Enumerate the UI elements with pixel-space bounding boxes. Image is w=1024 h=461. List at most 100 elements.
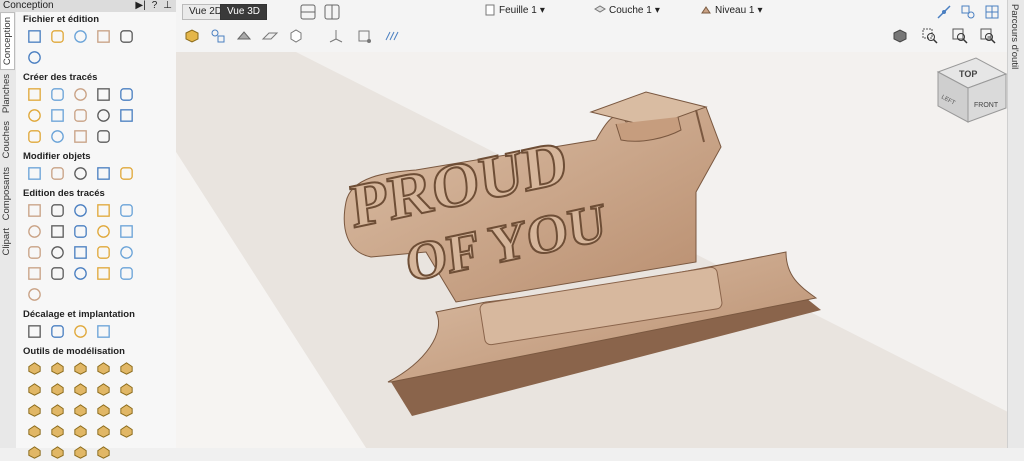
hatch-icon[interactable] [382,26,402,46]
shapes-icon[interactable] [958,2,978,22]
view-cube-toggle-icon[interactable] [890,26,910,46]
model-15-icon[interactable] [116,401,136,419]
nesting-icon[interactable] [47,322,67,340]
model-20-icon[interactable] [116,422,136,440]
flatten-icon[interactable] [24,48,44,66]
offset-icon[interactable] [24,322,44,340]
model-23-icon[interactable] [70,443,90,461]
layer-dropdown[interactable]: Couche 1 ▾ [594,4,660,16]
model-2-icon[interactable] [47,359,67,377]
sheet-dropdown[interactable]: Feuille 1 ▾ [484,4,545,16]
rotate-icon[interactable] [70,164,90,182]
model-18-icon[interactable] [70,422,90,440]
circle-icon[interactable] [24,85,44,103]
plane-icon[interactable] [260,26,280,46]
model-5-icon[interactable] [116,359,136,377]
qr-icon[interactable] [93,322,113,340]
model-19-icon[interactable] [93,422,113,440]
level-dropdown[interactable]: Niveau 1 ▾ [700,4,763,16]
tab-conception[interactable]: Conception [0,12,15,71]
rectangle-icon[interactable] [70,85,90,103]
close-icon[interactable] [70,264,90,282]
mirror-icon[interactable] [93,164,113,182]
save-icon[interactable] [70,27,90,45]
model-11-icon[interactable] [24,401,44,419]
model-10-icon[interactable] [116,380,136,398]
tab-composants[interactable]: Composants [0,163,13,224]
weld-icon[interactable] [47,222,67,240]
shapes-3d-icon[interactable] [208,26,228,46]
model-24-icon[interactable] [93,443,113,461]
origin-icon[interactable] [354,26,374,46]
viewport-3d[interactable]: PROUD OF YOU TOP FRONT LEFT [176,52,1008,448]
open-folder-icon[interactable] [47,27,67,45]
scale-icon[interactable] [47,164,67,182]
arc-icon[interactable] [47,106,67,124]
array-icon[interactable] [70,322,90,340]
link-icon[interactable] [116,201,136,219]
node-edit-icon[interactable] [47,201,67,219]
tab-clipart[interactable]: Clipart [0,224,13,259]
line-icon[interactable] [24,106,44,124]
text-outline-icon[interactable] [47,127,67,145]
check-icon[interactable] [47,243,67,261]
model-22-icon[interactable] [47,443,67,461]
snap-icon[interactable] [934,2,954,22]
model-3-icon[interactable] [70,359,90,377]
model-17-icon[interactable] [47,422,67,440]
texture-icon[interactable] [116,27,136,45]
node-add-icon[interactable] [70,201,90,219]
render-icon[interactable] [234,26,254,46]
polygon-icon[interactable] [93,85,113,103]
subtract-icon[interactable] [70,222,90,240]
view-cube[interactable]: TOP FRONT LEFT [936,57,1008,123]
material-block-icon[interactable] [182,26,202,46]
text-on-curve-icon[interactable] [70,127,90,145]
move-icon[interactable] [24,164,44,182]
image-trace-icon[interactable] [93,127,113,145]
split-vertical-icon[interactable] [322,2,342,22]
measure-icon[interactable] [24,222,44,240]
arrow-icon[interactable] [24,285,44,303]
rounded-rect-icon[interactable] [93,264,113,282]
model-1-icon[interactable] [24,359,44,377]
cube-icon[interactable] [286,26,306,46]
wave-icon[interactable] [93,106,113,124]
tab-toolpaths[interactable]: Parcours d'outil [1008,0,1021,73]
model-13-icon[interactable] [70,401,90,419]
model-9-icon[interactable] [93,380,113,398]
intersect-icon[interactable] [93,222,113,240]
select-icon[interactable] [24,201,44,219]
zoom-selection-icon[interactable] [920,26,940,46]
model-16-icon[interactable] [24,422,44,440]
zoom-icon[interactable] [978,26,998,46]
dimension-icon[interactable] [116,106,136,124]
tab-planches[interactable]: Planches [0,70,13,117]
grid-icon[interactable] [982,2,1002,22]
extend-icon[interactable] [24,264,44,282]
import-icon[interactable] [93,27,113,45]
crop-icon[interactable] [24,27,44,45]
text-icon[interactable] [24,127,44,145]
collapse-icon[interactable]: ▶| [135,0,145,12]
model-4-icon[interactable] [93,359,113,377]
model-8-icon[interactable] [70,380,90,398]
join-icon[interactable] [116,243,136,261]
transform-icon[interactable] [93,201,113,219]
ellipse-icon[interactable] [47,85,67,103]
star-icon[interactable] [116,85,136,103]
zoom-fit-icon[interactable] [950,26,970,46]
tab-couches[interactable]: Couches [0,117,13,163]
axis-icon[interactable] [326,26,346,46]
pin-icon[interactable]: ⊥ [163,0,172,12]
model-6-icon[interactable] [24,380,44,398]
model-21-icon[interactable] [24,443,44,461]
model-14-icon[interactable] [93,401,113,419]
offset-curve-icon[interactable] [47,264,67,282]
scissors-icon[interactable] [24,243,44,261]
view-3d-button[interactable]: Vue 3D [220,4,267,20]
fillet-icon[interactable] [70,243,90,261]
align-icon[interactable] [116,164,136,182]
curve-icon[interactable] [70,106,90,124]
help-icon[interactable]: ? [152,0,158,12]
